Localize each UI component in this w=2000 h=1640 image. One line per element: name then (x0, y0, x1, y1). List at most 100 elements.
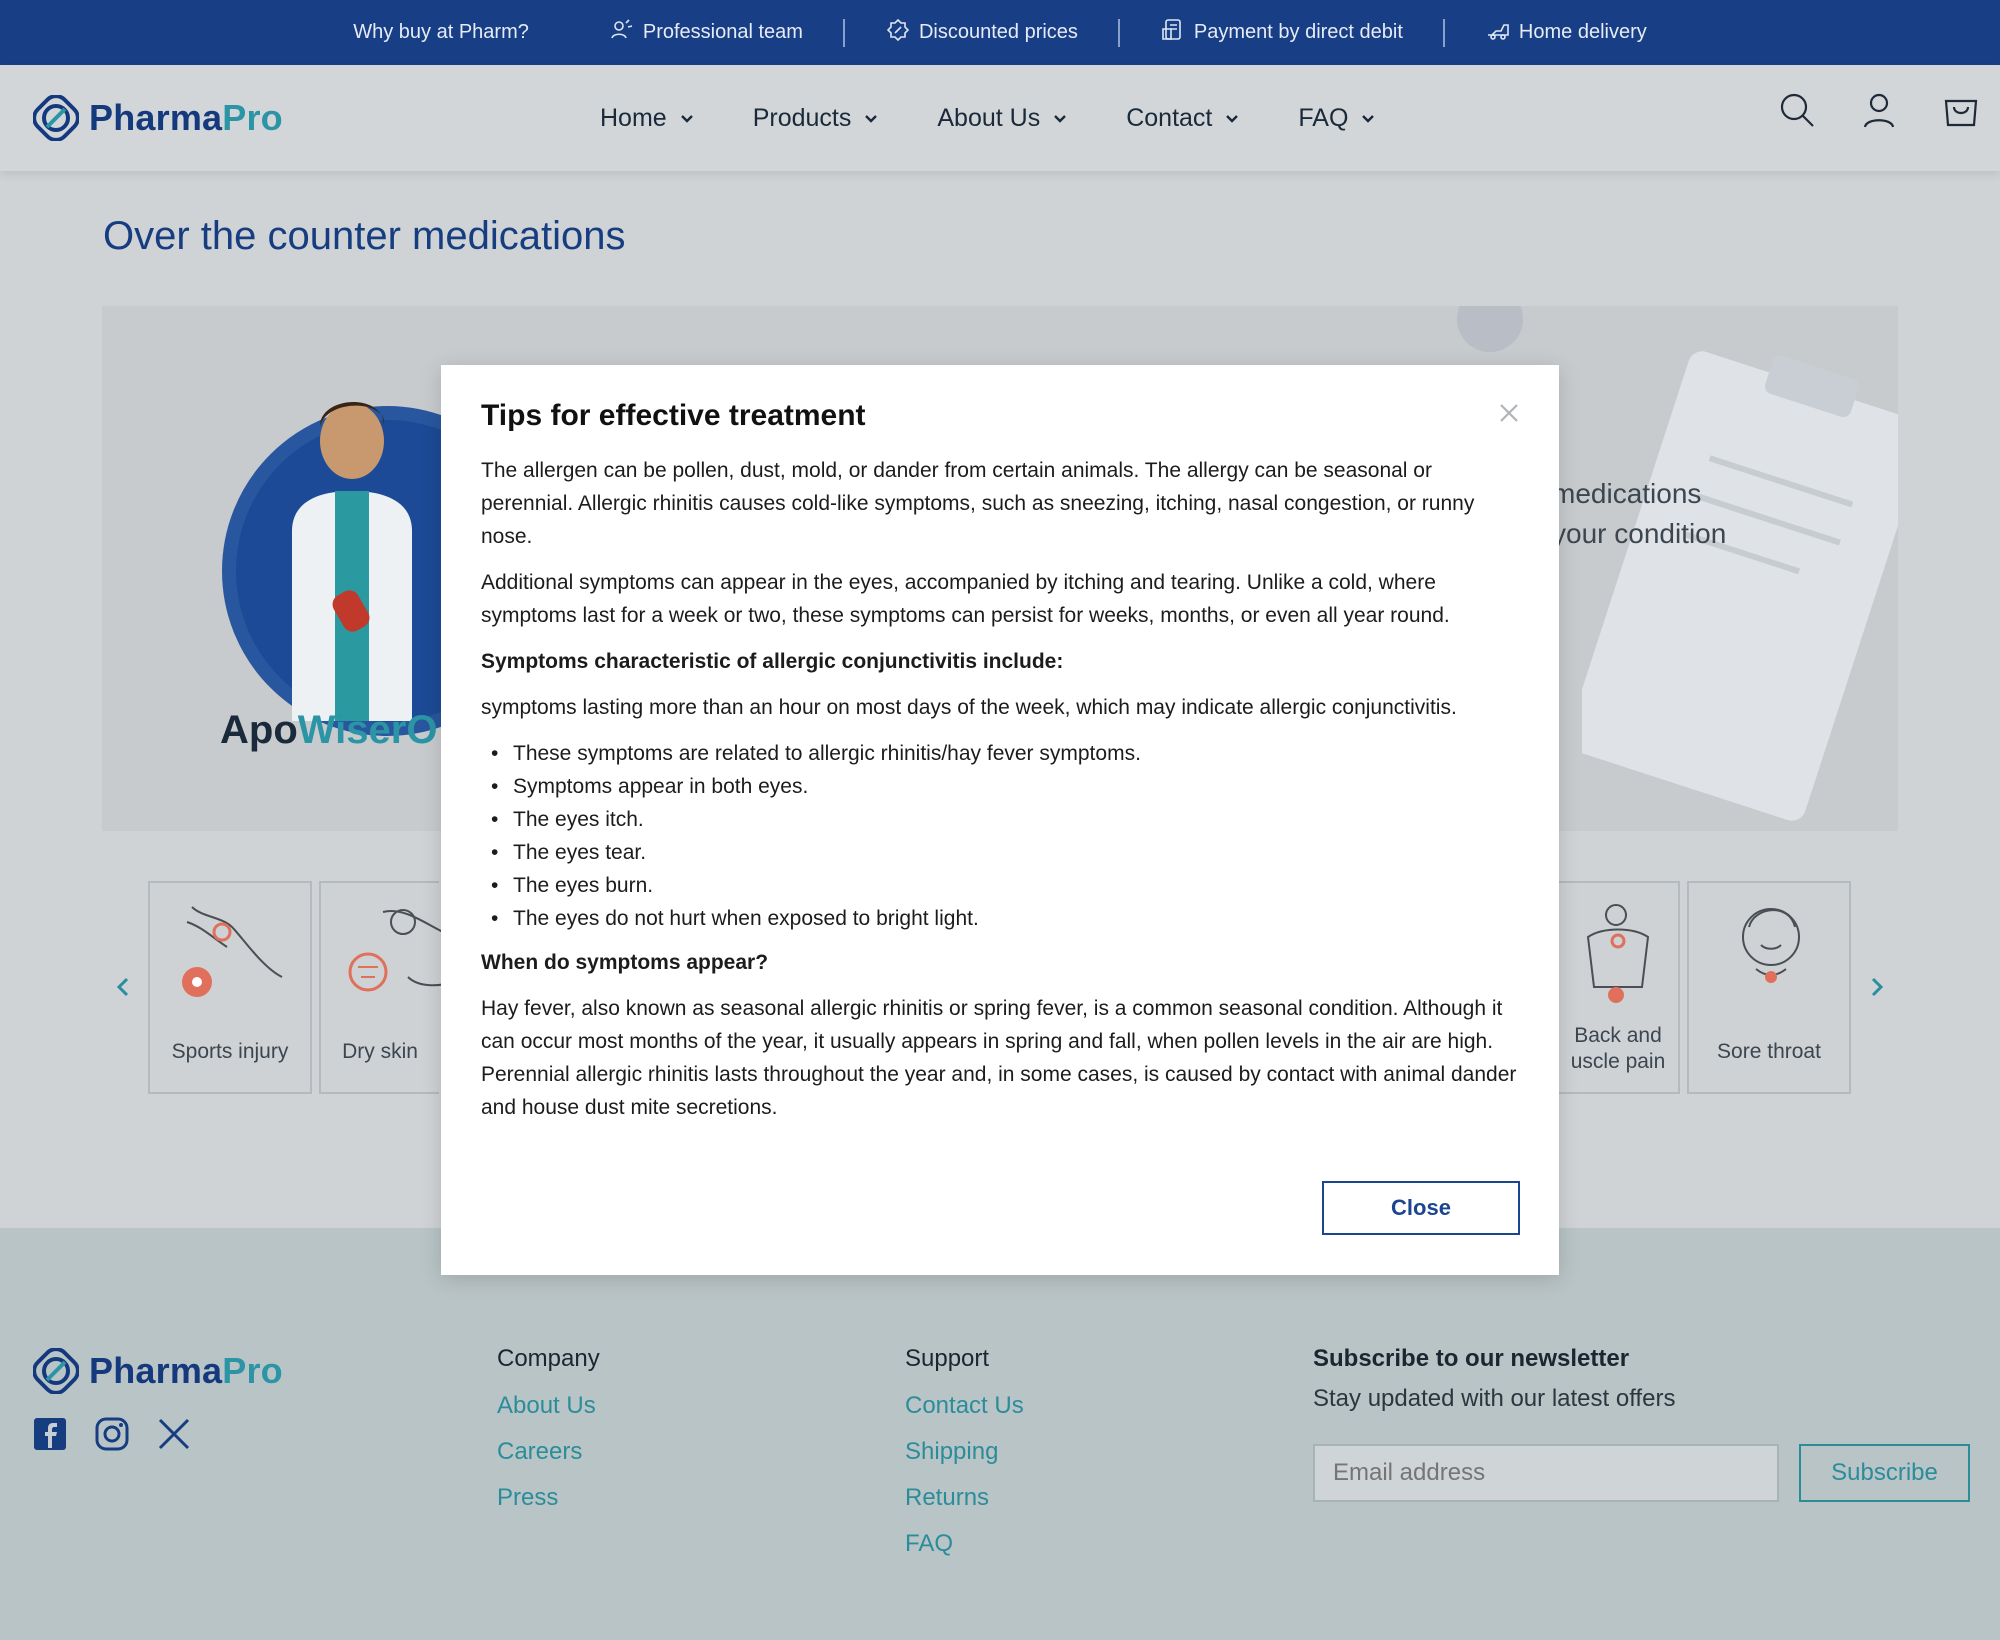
instagram-icon[interactable] (94, 1416, 130, 1452)
footer-link-press[interactable]: Press (497, 1484, 558, 1512)
carousel-next-button[interactable] (1862, 972, 1892, 1002)
pharmacist-illustration-icon (292, 401, 412, 721)
main-nav: Home Products About Us Contact FAQ (600, 65, 1376, 171)
nav-about-us[interactable]: About Us (937, 104, 1068, 133)
close-icon (1500, 404, 1518, 422)
nav-contact[interactable]: Contact (1126, 104, 1240, 133)
sore-throat-icon (1742, 908, 1800, 983)
benefit-label: Why buy at Pharm? (353, 21, 529, 43)
header-actions (1778, 91, 1980, 129)
cart-icon[interactable] (1942, 91, 1980, 129)
chevron-down-icon (865, 115, 878, 123)
site-logo[interactable]: PharmaPro (33, 95, 283, 141)
category-label: Sore throat (1717, 1040, 1821, 1063)
footer-link-contact-us[interactable]: Contact Us (905, 1392, 1024, 1420)
category-card-sports-injury[interactable]: Sports injury (148, 881, 312, 1094)
modal-paragraph: Additional symptoms can appear in the ey… (481, 571, 1450, 627)
site-header: PharmaPro Home Products About Us Contact… (0, 65, 2000, 171)
modal-title: Tips for effective treatment (481, 399, 866, 432)
facebook-icon[interactable] (32, 1416, 68, 1452)
nav-label: About Us (937, 103, 1041, 132)
benefit-why-buy[interactable]: Why buy at Pharm? (313, 21, 569, 44)
search-icon[interactable] (1778, 91, 1816, 129)
category-card-dry-skin[interactable]: Dry skin (319, 881, 454, 1094)
close-button[interactable]: Close (1322, 1181, 1520, 1235)
nav-faq[interactable]: FAQ (1298, 104, 1376, 133)
sports-injury-icon (182, 906, 283, 997)
benefit-label: Professional team (642, 21, 803, 43)
carousel-prev-button[interactable] (108, 972, 138, 1002)
newsletter-subtitle: Stay updated with our latest offers (1313, 1385, 1676, 1412)
hero-brand-text: ApoWiserO (220, 708, 438, 752)
category-label: Dry skin (342, 1040, 418, 1063)
footer-support-title: Support (905, 1345, 990, 1372)
chevron-down-icon (1362, 115, 1375, 123)
decorative-dot (1457, 306, 1523, 352)
account-icon[interactable] (1860, 91, 1898, 129)
hero-copy: medications your condition (1552, 474, 1726, 554)
list-item: Symptoms appear in both eyes. (481, 770, 1521, 803)
team-icon (609, 17, 635, 49)
hero-copy-line: your condition (1552, 518, 1727, 549)
category-label-line: Back and (1574, 1024, 1662, 1047)
email-field[interactable] (1313, 1444, 1779, 1502)
list-item: The eyes tear. (481, 836, 1521, 869)
list-item: The eyes itch. (481, 803, 1521, 836)
benefit-label: Home delivery (1518, 21, 1647, 43)
nav-label: FAQ (1298, 103, 1349, 132)
newsletter-title: Subscribe to our newsletter (1313, 1345, 1630, 1372)
chevron-right-icon (1871, 977, 1884, 997)
footer-link-careers[interactable]: Careers (497, 1438, 582, 1466)
footer-company-title: Company (497, 1345, 600, 1372)
treatment-tips-modal: Tips for effective treatment The allerge… (441, 365, 1559, 1275)
payment-icon (1160, 17, 1186, 49)
x-twitter-icon[interactable] (156, 1416, 192, 1452)
list-item: The eyes burn. (481, 869, 1521, 902)
nav-products[interactable]: Products (753, 104, 880, 133)
hero-copy-line: medications (1552, 478, 1702, 509)
nav-label: Products (752, 103, 852, 132)
list-item: The eyes do not hurt when exposed to bri… (481, 902, 1521, 935)
back-pain-icon (1586, 904, 1650, 1003)
category-card-back-muscle-pain[interactable]: Back and uscle pain (1558, 881, 1680, 1094)
modal-subheading: When do symptoms appear? (481, 951, 769, 974)
modal-paragraph: The allergen can be pollen, dust, mold, … (481, 459, 1475, 548)
discount-icon (885, 17, 911, 49)
clipboard-illustration-icon (1582, 351, 1898, 821)
symptom-list: These symptoms are related to allergic r… (481, 737, 1521, 935)
chevron-down-icon (1226, 115, 1239, 123)
category-label-line: uscle pain (1570, 1050, 1666, 1073)
footer-link-shipping[interactable]: Shipping (905, 1438, 998, 1466)
benefit-label: Payment by direct debit (1193, 21, 1403, 43)
benefit-home-delivery[interactable]: Home delivery (1445, 17, 1687, 49)
benefit-direct-debit[interactable]: Payment by direct debit (1120, 17, 1443, 49)
category-label: Sports injury (171, 1040, 289, 1063)
delivery-icon (1485, 17, 1511, 49)
list-item: These symptoms are related to allergic r… (481, 737, 1521, 770)
category-card-sore-throat[interactable]: Sore throat (1687, 881, 1851, 1094)
nav-label: Home (600, 103, 667, 132)
subscribe-button[interactable]: Subscribe (1799, 1444, 1970, 1502)
logo-text: PharmaPro (89, 1350, 283, 1391)
benefit-label: Discounted prices (918, 21, 1078, 43)
modal-paragraph: symptoms lasting more than an hour on mo… (481, 696, 1457, 719)
footer-link-about-us[interactable]: About Us (497, 1392, 596, 1420)
footer-logo[interactable]: PharmaPro (33, 1348, 283, 1394)
modal-subheading: Symptoms characteristic of allergic conj… (481, 650, 1064, 673)
nav-home[interactable]: Home (600, 104, 695, 133)
site-footer (0, 1228, 2000, 1640)
logo-mark-icon (33, 1348, 79, 1394)
benefit-professional-team[interactable]: Professional team (569, 17, 843, 49)
chevron-down-icon (680, 115, 693, 123)
page-title: Over the counter medications (103, 214, 626, 258)
benefit-discounted-prices[interactable]: Discounted prices (845, 17, 1118, 49)
logo-text: PharmaPro (89, 97, 283, 138)
footer-link-faq[interactable]: FAQ (905, 1530, 953, 1558)
footer-link-returns[interactable]: Returns (905, 1484, 989, 1512)
chevron-down-icon (1054, 115, 1067, 123)
nav-label: Contact (1126, 103, 1213, 132)
chevron-left-icon (116, 977, 129, 997)
logo-mark-icon (33, 95, 79, 141)
social-links (32, 1416, 192, 1452)
modal-close-icon-button[interactable] (1497, 401, 1521, 425)
